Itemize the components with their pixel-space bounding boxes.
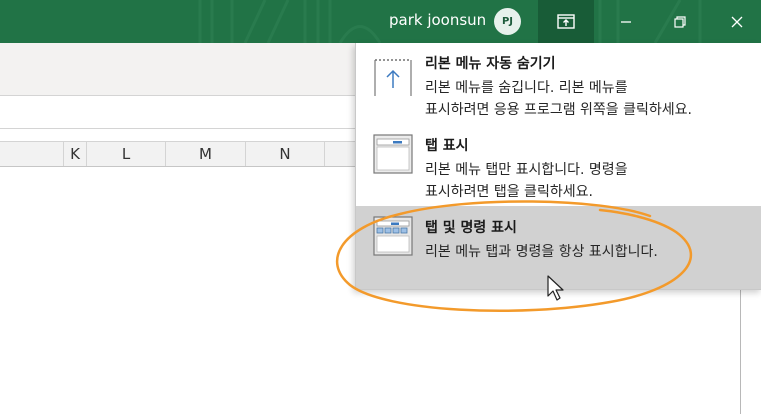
menu-item-desc-line1: 리본 메뉴를 숨깁니다. 리본 메뉴를	[425, 80, 628, 96]
menu-item-show-tabs-and-commands[interactable]: 탭 및 명령 표시 리본 메뉴 탭과 명령을 항상 표시합니다.	[356, 206, 761, 289]
column-header-spacer	[0, 142, 64, 166]
scrollbar-edge[interactable]	[740, 290, 741, 414]
menu-item-desc-line1: 리본 메뉴 탭만 표시합니다. 명령을	[425, 162, 628, 178]
menu-item-title: 리본 메뉴 자동 숨기기	[425, 56, 556, 72]
show-tabs-commands-icon	[373, 216, 413, 256]
auto-hide-ribbon-icon	[374, 59, 412, 96]
column-header-l[interactable]: L	[87, 142, 166, 166]
column-header-k[interactable]: K	[64, 142, 87, 166]
menu-item-desc-line2: 표시하려면 탭을 클릭하세요.	[425, 184, 593, 200]
menu-item-auto-hide-ribbon[interactable]: 리본 메뉴 자동 숨기기 리본 메뉴를 숨깁니다. 리본 메뉴를 표시하려면 응…	[356, 43, 761, 123]
menu-item-title: 탭 표시	[425, 138, 469, 154]
menu-item-description: 리본 메뉴를 숨깁니다. 리본 메뉴를 표시하려면 응용 프로그램 위쪽을 클릭…	[425, 77, 692, 121]
menu-item-desc-line1: 리본 메뉴 탭과 명령을 항상 표시합니다.	[425, 244, 658, 260]
restore-icon	[674, 15, 686, 28]
close-button[interactable]	[714, 0, 760, 43]
minimize-icon	[621, 20, 631, 23]
close-icon	[731, 16, 743, 27]
user-avatar[interactable]: PJ	[494, 8, 521, 35]
minimize-button[interactable]	[603, 0, 649, 43]
menu-item-description: 리본 메뉴 탭과 명령을 항상 표시합니다.	[425, 241, 658, 263]
user-name[interactable]: park joonsun	[389, 11, 486, 29]
show-tabs-icon	[373, 134, 413, 174]
menu-item-show-tabs[interactable]: 탭 표시 리본 메뉴 탭만 표시합니다. 명령을 표시하려면 탭을 클릭하세요.	[356, 123, 761, 206]
menu-item-desc-line2: 표시하려면 응용 프로그램 위쪽을 클릭하세요.	[425, 102, 692, 118]
column-header-m[interactable]: M	[166, 142, 246, 166]
menu-item-description: 리본 메뉴 탭만 표시합니다. 명령을 표시하려면 탭을 클릭하세요.	[425, 159, 628, 203]
ribbon-display-options-icon	[557, 13, 575, 29]
ribbon-display-options-menu: 리본 메뉴 자동 숨기기 리본 메뉴를 숨깁니다. 리본 메뉴를 표시하려면 응…	[355, 43, 761, 290]
menu-item-title: 탭 및 명령 표시	[425, 220, 517, 236]
restore-button[interactable]	[657, 0, 703, 43]
title-bar: park joonsun PJ	[0, 0, 761, 43]
ribbon-display-options-button[interactable]	[538, 0, 594, 43]
column-header-n[interactable]: N	[246, 142, 325, 166]
